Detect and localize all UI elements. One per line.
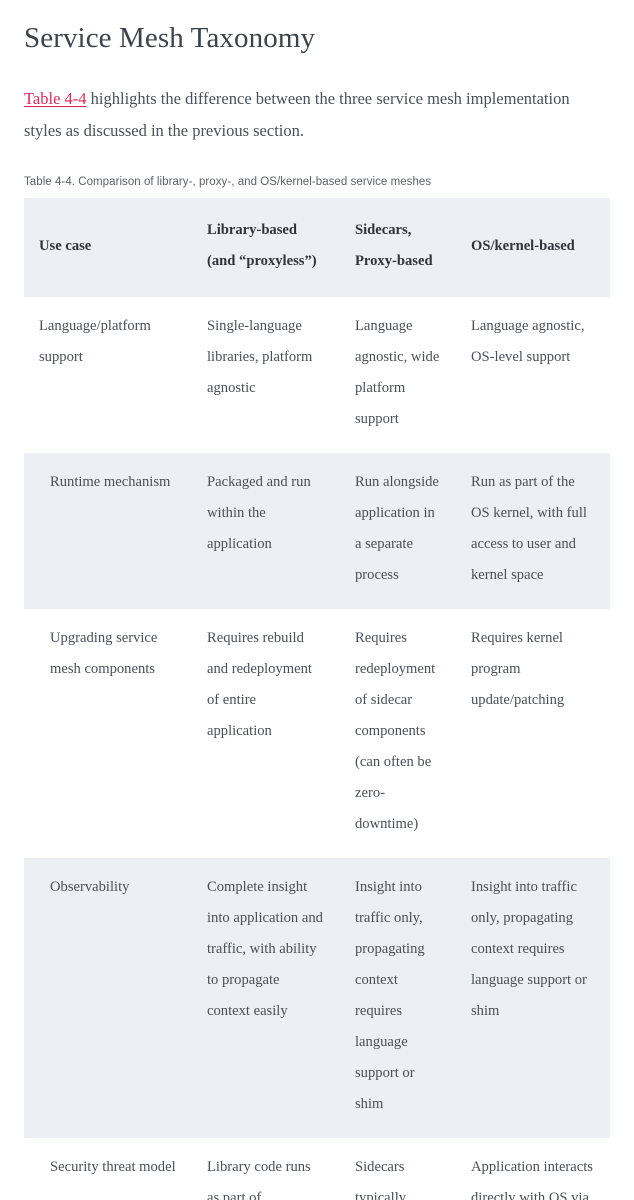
table-cell-use-case: Observability xyxy=(24,858,192,1139)
table-cell-library-based: Packaged and run within the application xyxy=(192,453,340,610)
table-cell-os-kernel: Run as part of the OS kernel, with full … xyxy=(456,453,610,610)
comparison-table: Use case Library-based (and “proxyless”)… xyxy=(24,198,610,1200)
table-body: Language/platform support Single-languag… xyxy=(24,297,610,1200)
table-row: Security threat model Library code runs … xyxy=(24,1138,610,1200)
table-cell-os-kernel: Insight into traffic only, propagating c… xyxy=(456,858,610,1139)
table-header-row: Use case Library-based (and “proxyless”)… xyxy=(24,198,610,298)
page-title: Service Mesh Taxonomy xyxy=(24,22,316,54)
table-cell-use-case: Language/platform support xyxy=(24,297,192,454)
table-cell-use-case: Runtime mechanism xyxy=(24,453,192,610)
table-cell-sidecars: Run alongside application in a separate … xyxy=(340,453,456,610)
table-cell-os-kernel: Requires kernel program update/patching xyxy=(456,609,610,859)
table-row: Observability Complete insight into appl… xyxy=(24,858,610,1139)
table-cell-use-case: Upgrading service mesh components xyxy=(24,609,192,859)
table-row: Language/platform support Single-languag… xyxy=(24,297,610,454)
column-header-use-case: Use case xyxy=(24,198,192,298)
table-cell-library-based: Single-language libraries, platform agno… xyxy=(192,297,340,454)
column-header-library-based: Library-based (and “proxyless”) xyxy=(192,198,340,298)
table-row: Upgrading service mesh components Requir… xyxy=(24,609,610,859)
table-cell-sidecars: Insight into traffic only, propagating c… xyxy=(340,858,456,1139)
document-page: Service Mesh Taxonomy Table 4-4 highligh… xyxy=(0,0,634,1200)
table-cell-library-based: Requires rebuild and redeployment of ent… xyxy=(192,609,340,859)
table-cell-use-case: Security threat model xyxy=(24,1138,192,1200)
table-cell-os-kernel: Language agnostic, OS-level support xyxy=(456,297,610,454)
table-4-4-link[interactable]: Table 4-4 xyxy=(24,89,87,108)
table-caption: Table 4-4. Comparison of library-, proxy… xyxy=(24,176,432,189)
intro-body-text: highlights the difference between the th… xyxy=(24,89,570,141)
table-header: Use case Library-based (and “proxyless”)… xyxy=(24,198,610,298)
table-cell-os-kernel: Application interacts directly with OS v… xyxy=(456,1138,610,1200)
table-cell-library-based: Complete insight into application and tr… xyxy=(192,858,340,1139)
table-cell-sidecars: Language agnostic, wide platform support xyxy=(340,297,456,454)
table-cell-sidecars: Sidecars typically share process and net… xyxy=(340,1138,456,1200)
column-header-os-kernel: OS/kernel-based xyxy=(456,198,610,298)
table-cell-library-based: Library code runs as part of application xyxy=(192,1138,340,1200)
intro-paragraph: Table 4-4 highlights the difference betw… xyxy=(24,55,609,147)
comparison-table-wrapper: Use case Library-based (and “proxyless”)… xyxy=(24,198,610,1200)
table-cell-sidecars: Requires redeployment of sidecar compone… xyxy=(340,609,456,859)
column-header-sidecars-proxy: Sidecars, Proxy-based xyxy=(340,198,456,298)
table-row: Runtime mechanism Packaged and run withi… xyxy=(24,453,610,610)
